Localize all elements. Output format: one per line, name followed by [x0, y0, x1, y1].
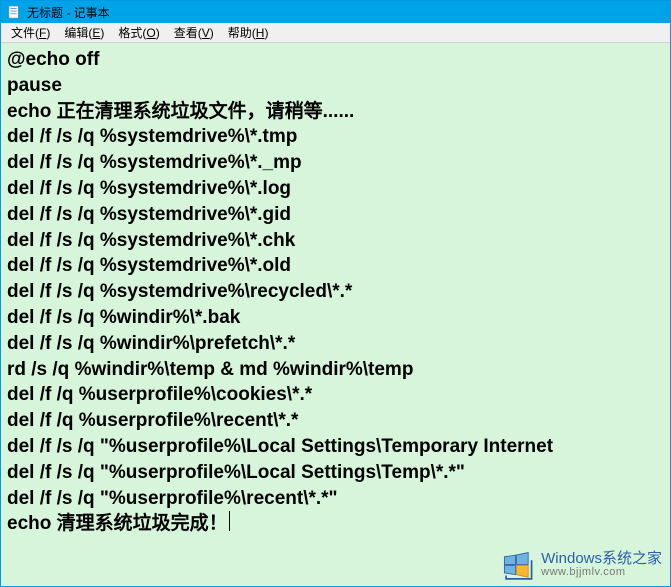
editor-line: del /f /s /q %windir%\prefetch\*.* — [7, 331, 664, 357]
editor-line: del /f /s /q %systemdrive%\*.old — [7, 253, 664, 279]
text-caret — [229, 511, 231, 531]
editor-line: del /f /s /q "%userprofile%\recent\*.*" — [7, 486, 664, 512]
notepad-window: 无标题 - 记事本 文件(F) 编辑(E) 格式(O) 查看(V) 帮助(H) … — [0, 0, 671, 587]
editor-line: del /f /s /q %systemdrive%\*.chk — [7, 228, 664, 254]
editor-line: del /f /s /q %windir%\*.bak — [7, 305, 664, 331]
editor-line: @echo off — [7, 47, 664, 73]
menu-format[interactable]: 格式(O) — [112, 23, 165, 42]
editor-line: del /f /s /q %systemdrive%\*.tmp — [7, 124, 664, 150]
menubar: 文件(F) 编辑(E) 格式(O) 查看(V) 帮助(H) — [1, 23, 670, 43]
menu-file[interactable]: 文件(F) — [5, 23, 56, 42]
menu-help[interactable]: 帮助(H) — [222, 23, 275, 42]
editor-line: del /f /s /q %systemdrive%\*._mp — [7, 150, 664, 176]
titlebar[interactable]: 无标题 - 记事本 — [1, 1, 670, 23]
editor-line: del /f /s /q %systemdrive%\recycled\*.* — [7, 279, 664, 305]
editor-line: del /f /s /q "%userprofile%\Local Settin… — [7, 460, 664, 486]
editor-line: rd /s /q %windir%\temp & md %windir%\tem… — [7, 357, 664, 383]
editor-line: echo 正在清理系统垃圾文件，请稍等...... — [7, 99, 664, 125]
menu-view[interactable]: 查看(V) — [168, 23, 220, 42]
editor-line: del /f /s /q %systemdrive%\*.log — [7, 176, 664, 202]
editor-line: del /f /s /q %systemdrive%\*.gid — [7, 202, 664, 228]
notepad-icon — [7, 5, 21, 19]
editor-line: del /f /q %userprofile%\recent\*.* — [7, 408, 664, 434]
editor-line: echo 清理系统垃圾完成！ — [7, 511, 664, 537]
window-title: 无标题 - 记事本 — [27, 4, 110, 21]
editor-text-area[interactable]: @echo offpauseecho 正在清理系统垃圾文件，请稍等......d… — [1, 43, 670, 586]
editor-line: pause — [7, 73, 664, 99]
menu-edit[interactable]: 编辑(E) — [58, 23, 110, 42]
editor-line: del /f /s /q "%userprofile%\Local Settin… — [7, 434, 664, 460]
editor-line: del /f /q %userprofile%\cookies\*.* — [7, 382, 664, 408]
